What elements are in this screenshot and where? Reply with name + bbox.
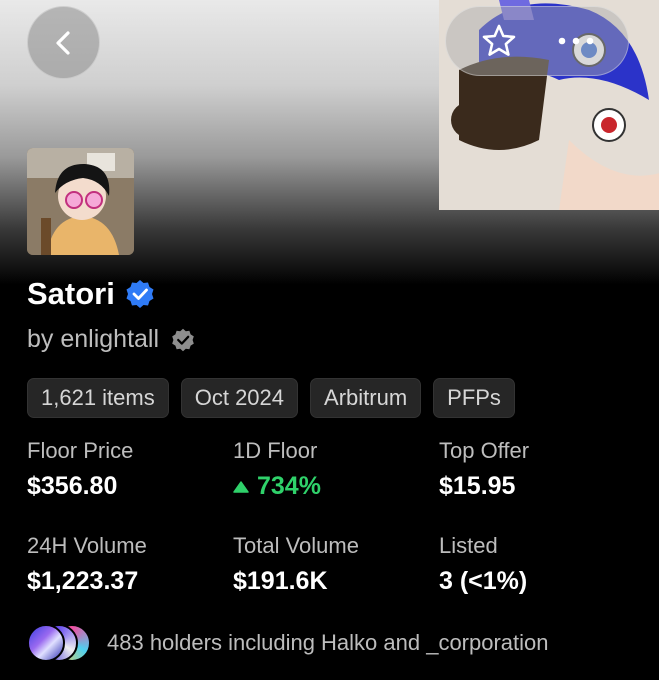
stat-value: 734% [257, 472, 321, 500]
stat-label: Floor Price [27, 438, 134, 463]
holders-summary: 483 holders including Halko and _corpora… [107, 630, 549, 655]
favorite-button[interactable] [469, 11, 529, 71]
trend-up-icon [233, 480, 249, 493]
collection-tags: 1,621 items Oct 2024 Arbitrum PFPs [27, 378, 515, 418]
more-button[interactable] [546, 11, 606, 71]
stat-label: Listed [439, 533, 498, 558]
stat-value-change: 734% [233, 472, 439, 501]
stat-value: $356.80 [27, 472, 118, 500]
stat-value: $15.95 [439, 472, 516, 500]
holders-row[interactable]: 483 holders including Halko and _corpora… [27, 624, 549, 662]
avatar-artwork [27, 148, 134, 255]
more-horizontal-icon [558, 37, 593, 45]
chevron-left-icon [55, 30, 70, 55]
stat-total-volume[interactable]: Total Volume $191.6K [233, 533, 439, 596]
stat-label: Total Volume [233, 533, 359, 558]
back-button[interactable] [27, 6, 100, 79]
stat-24h-volume[interactable]: 24H Volume $1,223.37 [27, 533, 233, 596]
collection-stats: Floor Price $356.80 1D Floor 734% Top Of… [27, 438, 647, 596]
creator-link[interactable]: by enlightall [27, 325, 159, 354]
holder-avatars [27, 624, 91, 662]
stat-value: $191.6K [233, 567, 328, 595]
stat-floor-price[interactable]: Floor Price $356.80 [27, 438, 233, 501]
collection-avatar [27, 148, 134, 255]
stat-listed[interactable]: Listed 3 (<1%) [439, 533, 645, 596]
creator-row[interactable]: by enlightall [27, 325, 195, 354]
stat-label: 24H Volume [27, 533, 147, 558]
creator-verified-icon [172, 328, 194, 351]
stat-value: $1,223.37 [27, 567, 139, 595]
stat-value: 3 (<1%) [439, 567, 528, 595]
holder-avatar [27, 624, 65, 662]
tag-chain[interactable]: Arbitrum [310, 378, 422, 418]
header-actions [445, 6, 629, 76]
tag-date[interactable]: Oct 2024 [180, 378, 299, 418]
tag-items[interactable]: 1,621 items [27, 378, 169, 418]
verified-badge-icon [126, 280, 154, 308]
title-row: Satori [27, 276, 155, 312]
collection-title: Satori [27, 276, 115, 311]
stat-top-offer[interactable]: Top Offer $15.95 [439, 438, 645, 501]
stat-label: 1D Floor [233, 438, 318, 463]
stat-1d-floor[interactable]: 1D Floor 734% [233, 438, 439, 501]
stat-label: Top Offer [439, 438, 530, 463]
star-icon [482, 24, 515, 56]
tag-category[interactable]: PFPs [433, 378, 515, 418]
